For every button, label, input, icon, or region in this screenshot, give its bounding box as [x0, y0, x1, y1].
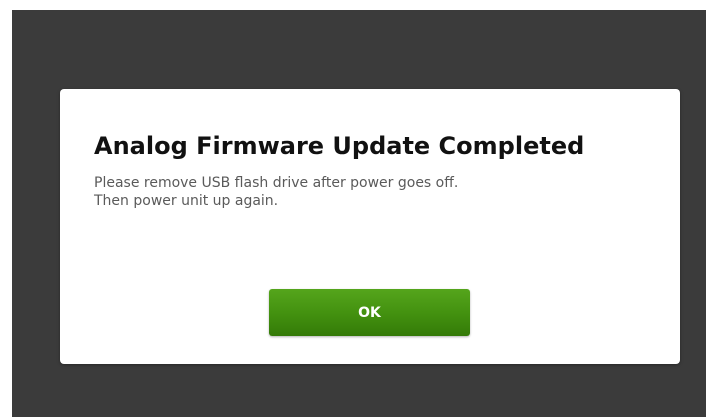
- dialog-title: Analog Firmware Update Completed: [94, 132, 585, 160]
- ok-button[interactable]: OK: [269, 289, 470, 336]
- dimmed-backdrop: Analog Firmware Update Completed Please …: [12, 10, 706, 417]
- update-complete-dialog: Analog Firmware Update Completed Please …: [60, 89, 680, 364]
- dialog-message-line-1: Please remove USB flash drive after powe…: [94, 175, 459, 191]
- dialog-message-line-2: Then power unit up again.: [94, 193, 279, 209]
- dialog-message: Please remove USB flash drive after powe…: [94, 174, 458, 210]
